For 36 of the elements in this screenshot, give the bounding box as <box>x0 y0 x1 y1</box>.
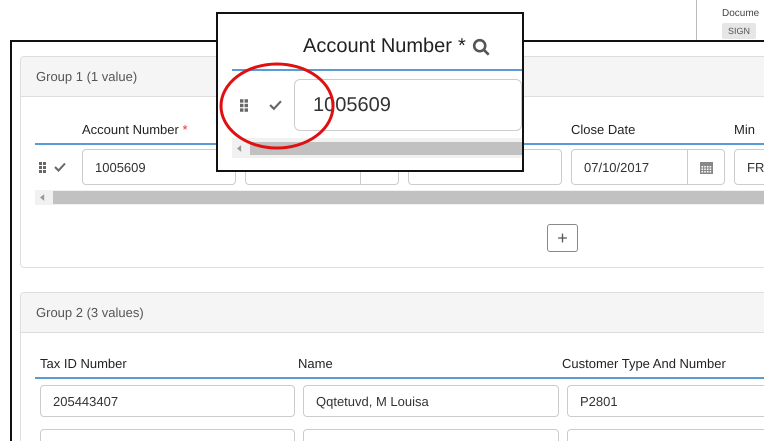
field-value: FR <box>747 160 764 174</box>
column-header: Close Date <box>571 122 636 137</box>
checkmark-icon <box>54 162 66 172</box>
field-value: 07/10/2017 <box>584 160 650 174</box>
horizontal-scrollbar[interactable] <box>232 138 522 158</box>
sign-button[interactable]: SIGN <box>722 23 756 39</box>
input-field[interactable]: FR <box>734 149 764 185</box>
drag-handle-icon[interactable] <box>39 162 46 172</box>
column-header: Customer Type And Number <box>562 356 726 371</box>
column-header: Account Number <box>303 35 452 58</box>
required-mark: * <box>458 35 466 58</box>
input-field[interactable]: Qqtetuvd, M Louisa <box>303 385 559 417</box>
drag-handle-icon[interactable] <box>240 96 248 114</box>
column-header: Min <box>734 122 755 137</box>
input-field[interactable]: 205443407 <box>40 385 295 417</box>
field-value: Qqtetuvd, M Louisa <box>316 394 429 408</box>
column-header: Tax ID Number <box>40 356 127 371</box>
calendar-icon[interactable] <box>700 160 712 174</box>
field-value: 205443407 <box>53 394 118 408</box>
scroll-left-icon[interactable] <box>40 194 45 201</box>
add-button[interactable]: + <box>547 224 578 252</box>
input-field[interactable]: P2801 <box>567 385 764 417</box>
required-mark: * <box>182 122 188 137</box>
checkmark-icon <box>268 98 282 112</box>
scroll-left-icon[interactable] <box>237 144 242 152</box>
date-field[interactable]: 07/10/2017 <box>571 149 725 185</box>
column-header: Name <box>298 356 333 371</box>
input-field[interactable]: 1005609 <box>82 149 236 185</box>
panel-label: Docume <box>722 8 760 19</box>
group-title: Group 2 (3 values) <box>36 305 144 320</box>
search-icon[interactable] <box>472 38 490 56</box>
group-title: Group 1 (1 value) <box>36 69 138 84</box>
column-header: Account Number <box>82 122 179 137</box>
horizontal-scrollbar[interactable] <box>35 190 764 205</box>
field-value: P2801 <box>580 394 618 408</box>
field-value: 1005609 <box>95 160 146 174</box>
